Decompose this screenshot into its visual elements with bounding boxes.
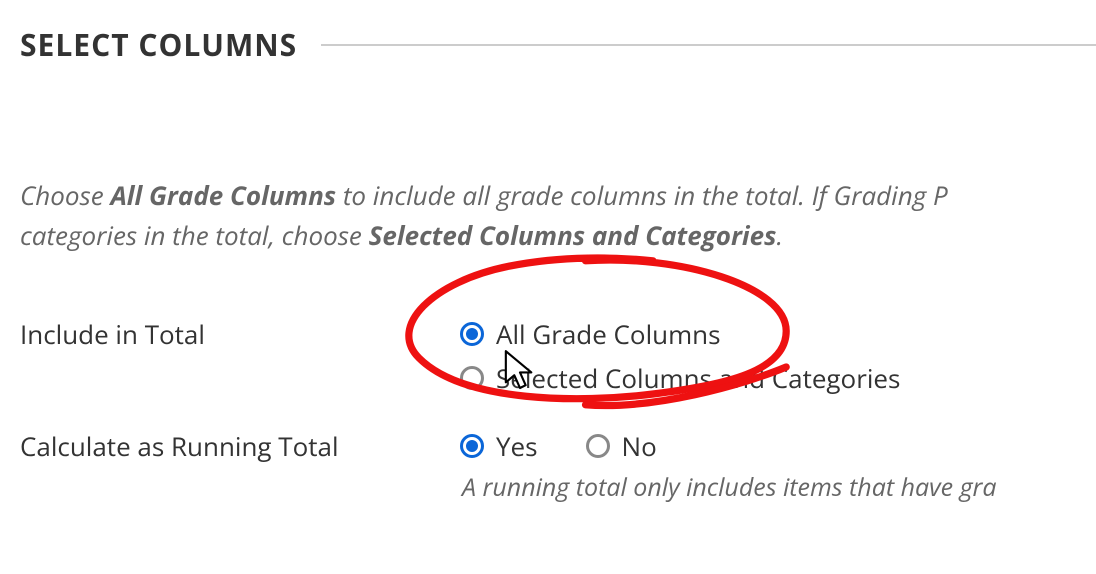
field-running-total: Calculate as Running Total Yes No: [20, 428, 1096, 464]
section-header: SELECT COLUMNS: [20, 24, 1096, 65]
include-in-total-label: Include in Total: [20, 316, 460, 352]
radio-label: Selected Columns and Categories: [496, 360, 900, 396]
radio-icon: [460, 366, 484, 390]
section-divider: [321, 44, 1096, 46]
running-total-label: Calculate as Running Total: [20, 428, 460, 464]
intro-prefix: Choose: [20, 177, 110, 213]
radio-label: No: [622, 428, 657, 464]
radio-icon: [586, 434, 610, 458]
running-total-options: Yes No: [460, 428, 657, 464]
intro-bold-2: Selected Columns and Categories: [369, 217, 777, 253]
field-include-in-total: Include in Total All Grade Columns Selec…: [20, 316, 1096, 396]
intro-bold-1: All Grade Columns: [110, 177, 336, 213]
radio-icon: [460, 434, 484, 458]
intro-line2-prefix: categories in the total, choose: [20, 217, 369, 253]
intro-mid-1: to include all grade columns in the tota…: [336, 177, 948, 213]
intro-line2-suffix: .: [776, 217, 783, 253]
page-root: SELECT COLUMNS Choose All Grade Columns …: [0, 0, 1096, 504]
radio-label: All Grade Columns: [496, 316, 721, 352]
radio-label: Yes: [496, 428, 538, 464]
radio-running-yes[interactable]: Yes: [460, 428, 538, 464]
section-title: SELECT COLUMNS: [20, 24, 297, 65]
include-in-total-options: All Grade Columns Selected Columns and C…: [460, 316, 900, 396]
radio-all-grade-columns[interactable]: All Grade Columns: [460, 316, 900, 352]
intro-text: Choose All Grade Columns to include all …: [20, 175, 1096, 256]
running-total-helper: A running total only includes items that…: [462, 470, 1096, 504]
radio-running-no[interactable]: No: [586, 428, 657, 464]
radio-selected-columns-and-categories[interactable]: Selected Columns and Categories: [460, 360, 900, 396]
radio-icon: [460, 322, 484, 346]
